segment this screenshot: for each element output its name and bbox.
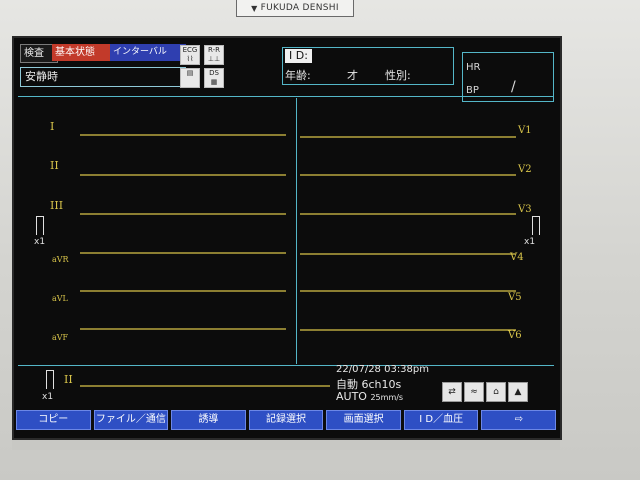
lead-label-aVL: aVL bbox=[52, 294, 69, 303]
ecg-screen: 検査 基本状態 インターバル 安静時 ECG ⌇⌇ R-R ⊥⊥ ▤ DS ▦ I D… bbox=[12, 36, 562, 440]
lead-label-V2: V2 bbox=[517, 164, 532, 175]
lead-label-I: I bbox=[50, 120, 54, 133]
calibration-mark-left bbox=[36, 216, 44, 235]
file-comm-button[interactable]: ファイル／通信 bbox=[93, 410, 169, 430]
brand-logo-icon: ▼ bbox=[251, 3, 258, 13]
copy-button[interactable]: コピー bbox=[16, 410, 91, 430]
alarm-icon[interactable]: ▲ bbox=[508, 382, 528, 402]
lead-label-V6: V6 bbox=[507, 330, 522, 341]
auto-speed: AUTO 25mm/s bbox=[336, 390, 403, 403]
softkey-bar: コピー ファイル／通信 誘導 記録選択 画面選択 I D／血圧 ⇨ bbox=[16, 410, 557, 430]
gain-label-rhythm: x1 bbox=[42, 392, 54, 402]
lead-label-aVR: aVR bbox=[52, 255, 70, 264]
lead-label-V5: V5 bbox=[507, 292, 522, 303]
home-icon[interactable]: ⌂ bbox=[486, 382, 506, 402]
auto-label: AUTO bbox=[336, 390, 367, 403]
id-bp-button[interactable]: I D／血圧 bbox=[403, 410, 479, 430]
gain-label-left: x1 bbox=[34, 237, 46, 247]
calibration-mark-rhythm bbox=[46, 370, 54, 389]
lead-label-V3: V3 bbox=[517, 204, 532, 215]
lead-label-III: III bbox=[50, 199, 63, 212]
record-select-button[interactable]: 記録選択 bbox=[248, 410, 324, 430]
lead-label-rhythm: II bbox=[64, 373, 73, 386]
screen-select-button[interactable]: 画面選択 bbox=[326, 410, 401, 430]
screen-bottom-lip bbox=[12, 440, 560, 450]
lead-label-V4: V4 bbox=[509, 252, 524, 263]
brand-label: ▼ FUKUDA DENSHI bbox=[236, 0, 354, 17]
calibration-mark-right bbox=[532, 216, 540, 235]
paper-speed: 25mm/s bbox=[370, 393, 404, 402]
wave-icon[interactable]: ≈ bbox=[464, 382, 484, 402]
lead-label-II: II bbox=[50, 159, 59, 172]
gain-label-right: x1 bbox=[524, 237, 536, 247]
lead-label-V1: V1 bbox=[517, 125, 532, 136]
filter-icon[interactable]: ⇄ bbox=[442, 382, 462, 402]
datetime: 22/07/28 03:38pm bbox=[336, 364, 429, 375]
brand-text: FUKUDA DENSHI bbox=[260, 3, 339, 13]
next-arrow-button[interactable]: ⇨ bbox=[481, 410, 557, 430]
lead-button[interactable]: 誘導 bbox=[171, 410, 246, 430]
lead-label-aVF: aVF bbox=[52, 333, 69, 342]
